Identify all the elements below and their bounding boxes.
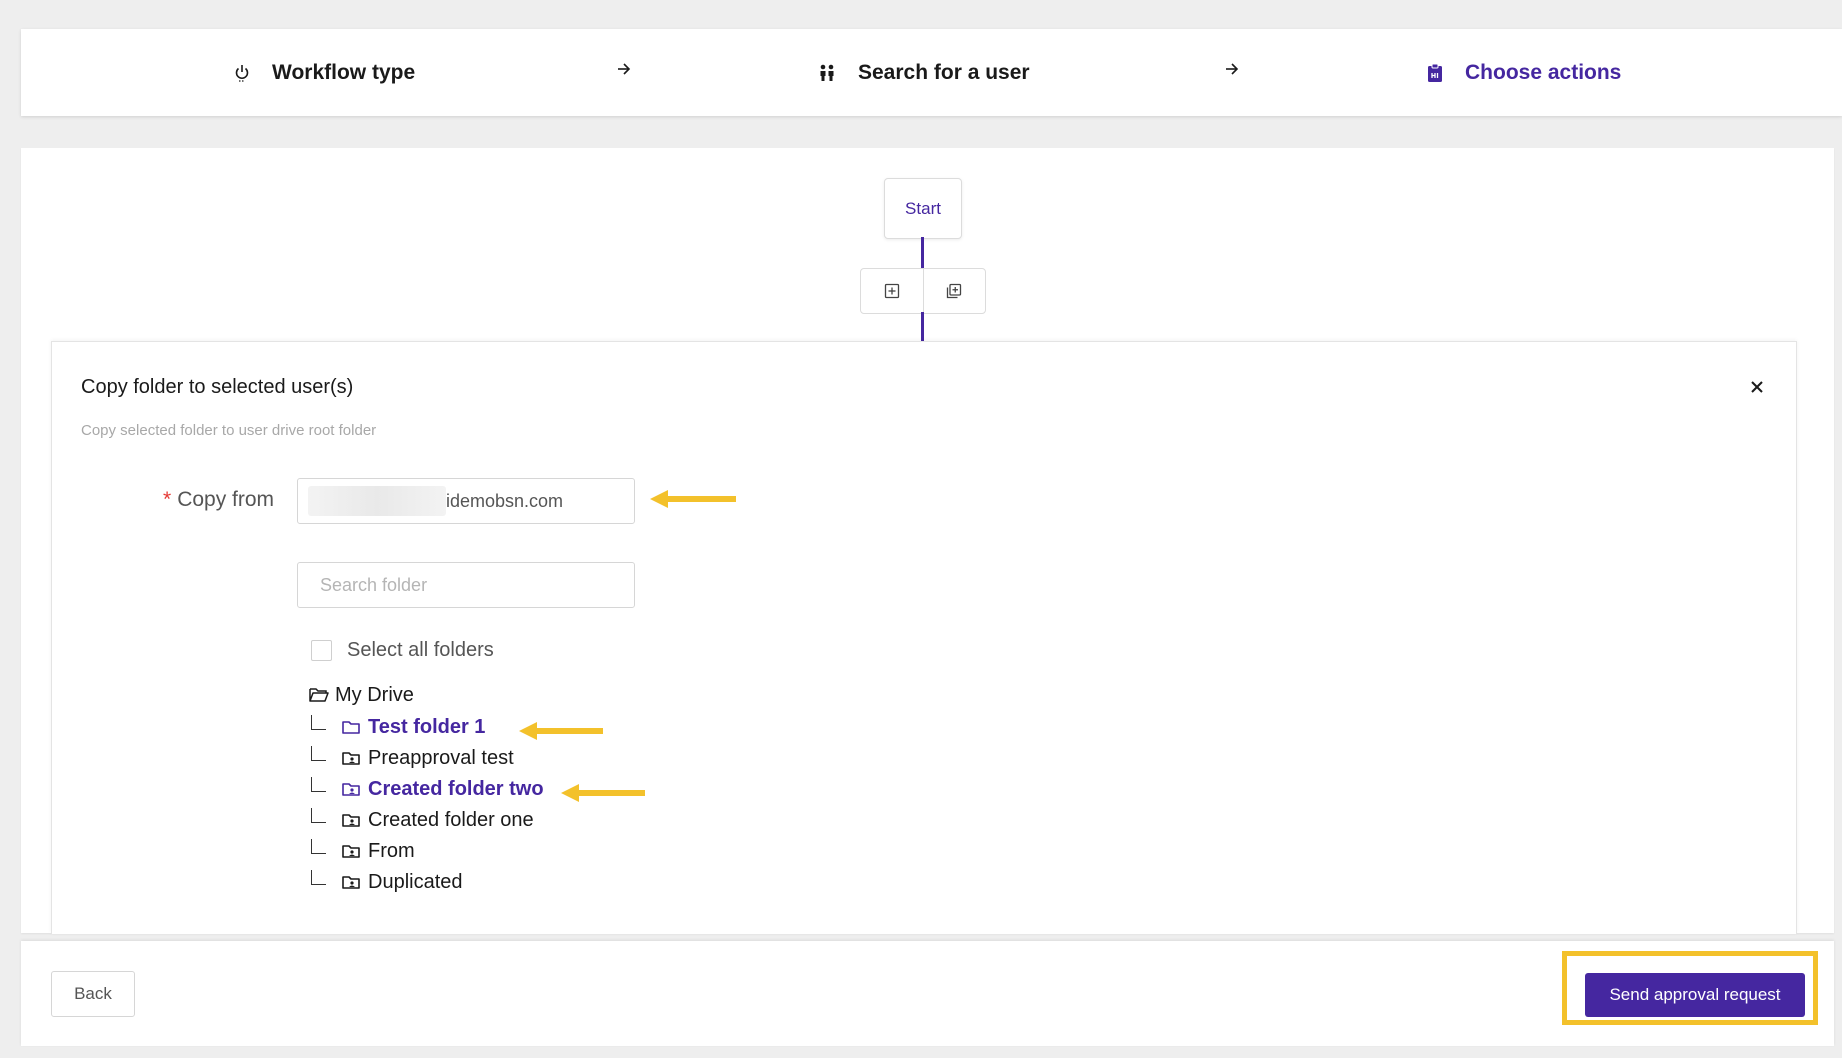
redacted-email-part [308,486,446,516]
tree-item[interactable]: Duplicated [305,867,463,897]
select-all-folders[interactable]: Select all folders [311,639,494,662]
arrow-right-icon [618,63,631,75]
flow-connector [921,312,924,341]
copy-from-label: * Copy from [163,488,274,512]
tree-item[interactable]: From [305,836,415,866]
copy-from-select[interactable]: idemobsn.com [297,478,635,524]
required-marker: * [163,488,172,511]
tree-item-label: Created folder one [368,808,534,831]
users-icon [820,64,834,81]
flow-connector [921,237,924,268]
dialog-description: Copy selected folder to user drive root … [81,422,377,439]
folder-open-icon [309,688,329,702]
tree-item[interactable]: Test folder 1 [305,712,485,742]
add-node-button[interactable] [861,269,923,313]
annotation-arrow [561,784,645,802]
tree-branch-line [311,776,326,792]
tree-branch-line [311,838,326,854]
step-label: Workflow type [272,60,416,84]
add-multiple-button[interactable] [922,269,986,313]
workflow-stepper: Workflow type Search for a user Choose a… [21,29,1842,116]
footer-bar: Back Send approval request [21,941,1834,1046]
shared-folder-icon [342,782,360,796]
step-choose-actions[interactable]: Choose actions [1427,29,1621,116]
dialog-title: Copy folder to selected user(s) [81,376,354,398]
clipboard-icon [1428,63,1442,82]
shared-folder-icon [342,813,360,827]
shared-folder-icon [342,844,360,858]
tree-branch-line [311,714,326,730]
tree-branch-line [311,869,326,885]
back-button[interactable]: Back [51,971,135,1017]
shared-folder-icon [342,751,360,765]
node-toolbar [860,268,986,314]
copy-folder-dialog: Copy folder to selected user(s) Copy sel… [51,341,1797,934]
tree-item-label: Preapproval test [368,746,514,769]
shared-folder-icon [342,875,360,889]
annotation-arrow [519,722,603,740]
close-icon[interactable] [1746,376,1768,398]
step-search-user[interactable]: Search for a user [818,29,1030,116]
step-label: Search for a user [858,60,1030,84]
tree-item[interactable]: Created folder two [305,774,544,804]
tree-root-label: My Drive [335,683,414,706]
power-icon [235,64,249,82]
add-multiple-icon [947,283,962,299]
folder-icon [342,720,360,734]
tree-root[interactable]: My Drive [305,680,414,710]
tree-item-label: Duplicated [368,870,463,893]
copy-from-text: Copy from [177,488,275,511]
tree-item[interactable]: Created folder one [305,805,534,835]
annotation-arrow [650,490,736,508]
send-approval-request-button[interactable]: Send approval request [1585,973,1805,1017]
step-label: Choose actions [1465,60,1622,84]
select-all-checkbox[interactable] [311,640,332,661]
search-folder-input[interactable] [297,562,635,608]
tree-item-label: Test folder 1 [368,715,486,738]
step-workflow-type[interactable]: Workflow type [234,29,415,116]
start-node[interactable]: Start [884,178,962,239]
tree-branch-line [311,745,326,761]
tree-item-label: Created folder two [368,777,544,800]
copy-from-value: idemobsn.com [446,490,564,511]
tree-item[interactable]: Preapproval test [305,743,514,773]
tree-item-label: From [368,839,415,862]
tree-branch-line [311,807,326,823]
add-node-icon [884,283,899,299]
select-all-label: Select all folders [347,639,494,661]
arrow-right-icon [1226,63,1239,75]
